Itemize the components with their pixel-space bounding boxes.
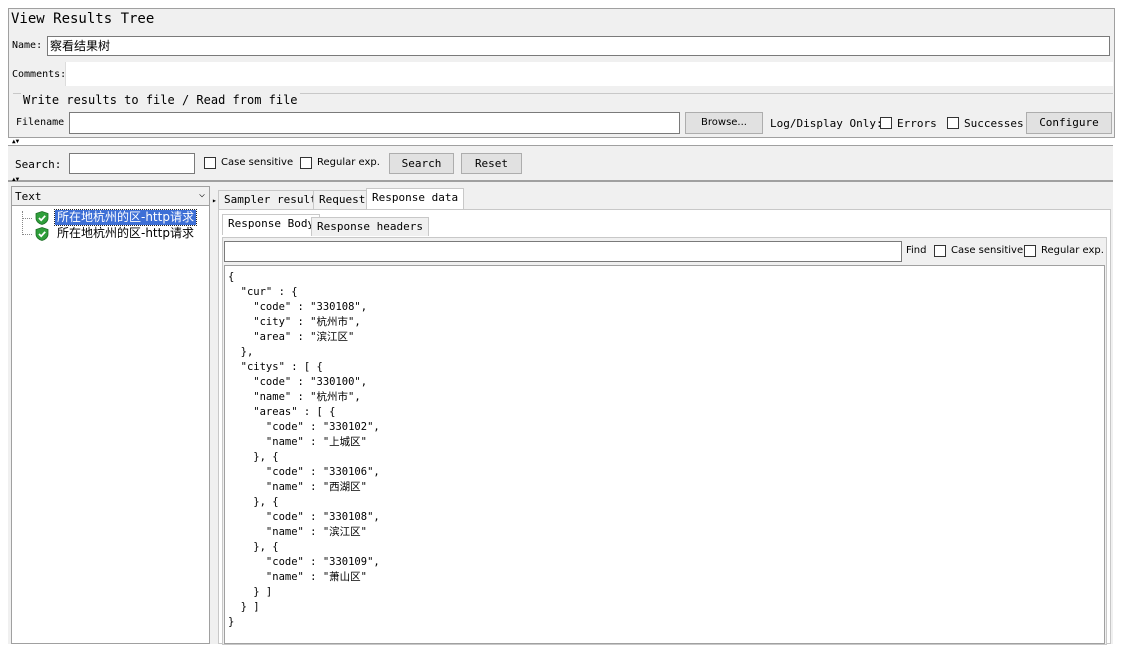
panel-title: View Results Tree xyxy=(11,11,155,27)
search-regex-checkbox[interactable] xyxy=(300,157,312,169)
search-bar: Search: Case sensitive Regular exp. Sear… xyxy=(8,145,1113,181)
tree-branch-line xyxy=(22,218,32,219)
name-input[interactable]: 察看结果树 xyxy=(47,36,1110,56)
results-tree-panel: Text ⌵ 所在地杭州的区-http请求 所在地杭州的区-http请求 xyxy=(11,186,210,644)
tree-branch-line xyxy=(22,234,32,235)
filename-label: Filename xyxy=(16,117,65,128)
tree-item[interactable]: 所在地杭州的区-http请求 xyxy=(20,226,210,242)
results-tree-config-panel: View Results Tree Name: 察看结果树 Comments: … xyxy=(8,8,1115,138)
comments-input[interactable] xyxy=(65,62,1113,86)
log-display-label: Log/Display Only: xyxy=(770,117,883,130)
divider-arrow-icon[interactable]: ▸ xyxy=(212,196,217,205)
tab-request[interactable]: Request xyxy=(313,190,372,209)
file-section-legend: Write results to file / Read from file xyxy=(21,93,300,107)
tree-item-label: 所在地杭州的区-http请求 xyxy=(57,226,194,240)
tree-item[interactable]: 所在地杭州的区-http请求 xyxy=(20,209,210,226)
comments-label: Comments: xyxy=(12,69,67,80)
errors-checkbox[interactable] xyxy=(880,117,892,129)
search-input[interactable] xyxy=(69,153,195,174)
successes-label: Successes xyxy=(964,117,1024,130)
search-button[interactable]: Search xyxy=(389,153,454,174)
search-case-sensitive-label: Case sensitive xyxy=(221,157,294,168)
errors-label: Errors xyxy=(897,117,937,130)
find-label: Find xyxy=(906,245,927,256)
tree-item-label: 所在地杭州的区-http请求 xyxy=(54,209,197,226)
renderer-select[interactable]: Text ⌵ xyxy=(12,187,209,206)
search-case-sensitive-checkbox[interactable] xyxy=(204,157,216,169)
renderer-selected-value: Text xyxy=(15,190,42,203)
successes-checkbox[interactable] xyxy=(947,117,959,129)
shield-check-icon xyxy=(35,227,49,241)
shield-check-icon xyxy=(35,211,49,225)
response-data-tab-content: Response Body Response headers Find Case… xyxy=(218,209,1111,645)
reset-button[interactable]: Reset xyxy=(461,153,522,174)
tab-response-headers[interactable]: Response headers xyxy=(311,217,429,236)
response-body-json: { "cur" : { "code" : "330108", "city" : … xyxy=(228,271,380,628)
main-split-pane: Text ⌵ 所在地杭州的区-http请求 所在地杭州的区-http请求 ▸ S… xyxy=(8,181,1113,645)
tab-response-body[interactable]: Response Body xyxy=(222,214,321,235)
find-input[interactable] xyxy=(224,241,902,262)
response-body-content: Find Case sensitive Regular exp. { "cur"… xyxy=(222,237,1107,645)
find-regex-label: Regular exp. xyxy=(1041,245,1104,256)
file-section: Write results to file / Read from file F… xyxy=(13,93,1113,138)
configure-button[interactable]: Configure xyxy=(1026,112,1112,134)
chevron-down-icon: ⌵ xyxy=(198,189,205,200)
find-case-sensitive-checkbox[interactable] xyxy=(934,245,946,257)
filename-input[interactable] xyxy=(69,112,680,134)
find-regex-checkbox[interactable] xyxy=(1024,245,1036,257)
result-detail-panel: Sampler result Request Response data Res… xyxy=(218,186,1113,645)
browse-button[interactable]: Browse... xyxy=(685,112,763,134)
response-body-text-area[interactable]: { "cur" : { "code" : "330108", "city" : … xyxy=(224,265,1105,644)
tab-response-data[interactable]: Response data xyxy=(366,188,465,209)
search-regex-label: Regular exp. xyxy=(317,157,380,168)
name-label: Name: xyxy=(12,40,43,51)
tab-sampler-result[interactable]: Sampler result xyxy=(218,190,323,209)
search-label: Search: xyxy=(15,158,62,171)
find-case-sensitive-label: Case sensitive xyxy=(951,245,1024,256)
